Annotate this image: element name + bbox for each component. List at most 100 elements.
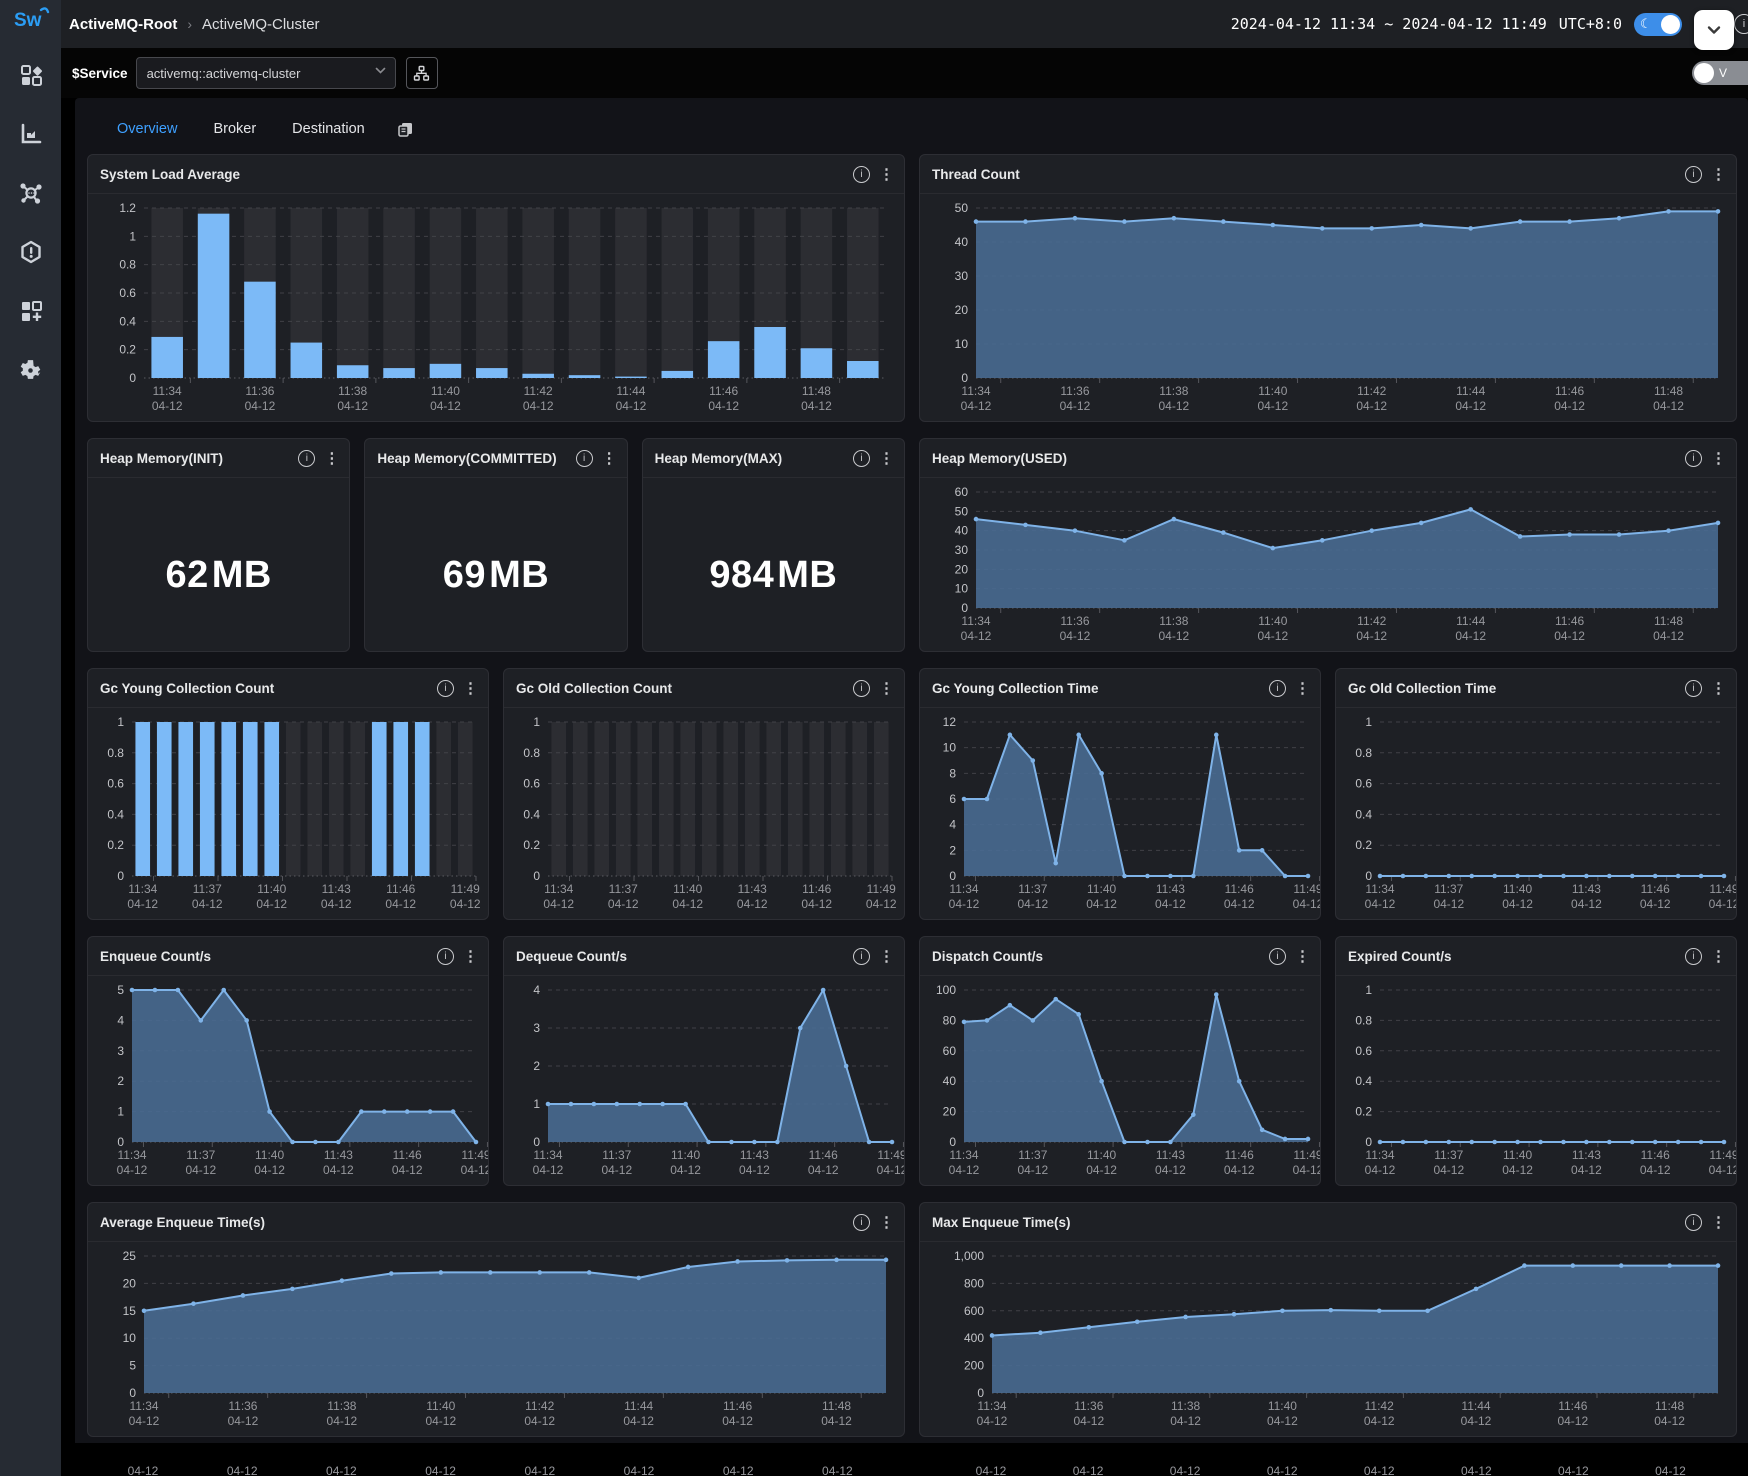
svg-text:04-12: 04-12 [708, 399, 739, 413]
panel-info-icon[interactable]: i [1685, 450, 1702, 467]
time-range[interactable]: 2024-04-12 11:34 ~ 2024-04-12 11:49 [1231, 15, 1547, 33]
panel-menu-icon[interactable]: ⋮ [324, 451, 339, 466]
panel-info-icon[interactable]: i [576, 450, 593, 467]
panel-menu-icon[interactable]: ⋮ [1711, 681, 1726, 696]
dashboard-tabs: Overview Broker Destination [87, 104, 1737, 154]
panel-info-icon[interactable]: i [1685, 1214, 1702, 1231]
svg-text:04-12: 04-12 [1086, 897, 1117, 911]
breadcrumb-current[interactable]: ActiveMQ-Cluster [202, 16, 320, 33]
tab-broker[interactable]: Broker [213, 121, 256, 137]
panel-menu-icon[interactable]: ⋮ [1295, 681, 1310, 696]
settings-gear-icon[interactable] [18, 357, 44, 383]
svg-text:04-12: 04-12 [1571, 897, 1602, 911]
breadcrumb-root[interactable]: ActiveMQ-Root [69, 16, 177, 33]
panel-title: Dequeue Count/s [516, 949, 853, 964]
alarm-icon[interactable] [18, 239, 44, 265]
panel-info-icon[interactable]: i [853, 450, 870, 467]
thread-count-body: 0102030405011:3404-1211:3604-1211:3804-1… [920, 194, 1736, 422]
topology-icon[interactable] [18, 180, 44, 206]
svg-text:11:40: 11:40 [257, 882, 286, 896]
skywalking-logo[interactable]: Sw [0, 0, 61, 38]
panel-info-icon[interactable]: i [1685, 948, 1702, 965]
service-select[interactable]: activemq::activemq-cluster [136, 57, 396, 89]
gc-old-collection-count-panel: Gc Old Collection Counti⋮00.20.40.60.811… [503, 668, 905, 920]
tab-destination[interactable]: Destination [292, 121, 365, 137]
panel-menu-icon[interactable]: ⋮ [602, 451, 617, 466]
panel-info-icon[interactable]: i [1685, 680, 1702, 697]
panel-menu-icon[interactable]: ⋮ [1711, 949, 1726, 964]
expired-count-chart: 00.20.40.60.8111:3404-1211:3704-1211:400… [1336, 976, 1736, 1186]
panel-menu-icon[interactable]: ⋮ [879, 167, 894, 182]
svg-text:11:34: 11:34 [961, 384, 990, 398]
svg-text:30: 30 [955, 269, 969, 283]
svg-text:04-12: 04-12 [152, 399, 183, 413]
svg-text:0: 0 [1365, 869, 1372, 883]
svg-text:11:38: 11:38 [1171, 1399, 1200, 1413]
svg-text:04-12: 04-12 [1267, 1414, 1298, 1428]
svg-text:11:44: 11:44 [624, 1399, 653, 1413]
panel-info-icon[interactable]: i [1685, 166, 1702, 183]
collapse-header-button[interactable] [1694, 10, 1734, 50]
copy-tab-icon[interactable] [397, 121, 414, 138]
cutoff-date-label: 04-12 [976, 1464, 1007, 1476]
panel-menu-icon[interactable]: ⋮ [1711, 167, 1726, 182]
info-icon[interactable]: i [1734, 14, 1748, 34]
cutoff-date-label: 04-12 [624, 1464, 655, 1476]
view-mode-toggle[interactable]: V [1692, 61, 1748, 85]
gc-young-collection-count-chart: 00.20.40.60.8111:3404-1211:3704-1211:400… [88, 708, 488, 920]
svg-text:04-12: 04-12 [1017, 1163, 1048, 1177]
svg-text:25: 25 [123, 1249, 137, 1263]
svg-text:11:43: 11:43 [1572, 882, 1601, 896]
dark-mode-toggle[interactable]: ☾ [1634, 13, 1682, 36]
svg-text:2: 2 [533, 1059, 540, 1073]
panel-info-icon[interactable]: i [853, 948, 870, 965]
svg-text:10: 10 [955, 337, 969, 351]
panel-menu-icon[interactable]: ⋮ [879, 681, 894, 696]
panel-info-icon[interactable]: i [437, 680, 454, 697]
bar-chart-icon[interactable] [18, 121, 44, 147]
svg-text:11:37: 11:37 [1434, 882, 1463, 896]
svg-text:0: 0 [129, 1386, 136, 1400]
svg-text:11:43: 11:43 [1572, 1148, 1601, 1162]
svg-text:15: 15 [123, 1304, 137, 1318]
panel-title: Heap Memory(INIT) [100, 451, 298, 466]
panel-title: Expired Count/s [1348, 949, 1685, 964]
svg-text:04-12: 04-12 [337, 399, 368, 413]
cutoff-date-label: 04-12 [326, 1464, 357, 1476]
panel-info-icon[interactable]: i [298, 450, 315, 467]
svg-text:04-12: 04-12 [1060, 629, 1091, 643]
panel-info-icon[interactable]: i [1269, 948, 1286, 965]
panel-menu-icon[interactable]: ⋮ [463, 949, 478, 964]
svg-text:1: 1 [533, 1097, 540, 1111]
heap-memory-committed-body: 69MB [365, 478, 626, 651]
svg-text:04-12: 04-12 [1060, 399, 1091, 413]
tab-overview[interactable]: Overview [117, 121, 177, 137]
svg-text:04-12: 04-12 [1356, 399, 1387, 413]
panel-menu-icon[interactable]: ⋮ [1295, 949, 1310, 964]
svg-text:2: 2 [949, 843, 956, 857]
svg-text:04-12: 04-12 [949, 897, 980, 911]
svg-text:11:40: 11:40 [1087, 1148, 1116, 1162]
panel-title: Heap Memory(MAX) [655, 451, 853, 466]
heap-memory-used-panel: Heap Memory(USED)i⋮010203040506011:3404-… [919, 438, 1737, 652]
panel-menu-icon[interactable]: ⋮ [879, 1215, 894, 1230]
panel-menu-icon[interactable]: ⋮ [879, 949, 894, 964]
panel-menu-icon[interactable]: ⋮ [1711, 451, 1726, 466]
dashboards-icon[interactable] [18, 62, 44, 88]
panel-info-icon[interactable]: i [437, 948, 454, 965]
panel-info-icon[interactable]: i [1269, 680, 1286, 697]
panel-info-icon[interactable]: i [853, 680, 870, 697]
panel-menu-icon[interactable]: ⋮ [463, 681, 478, 696]
service-topology-button[interactable] [406, 57, 438, 89]
panel-info-icon[interactable]: i [853, 166, 870, 183]
new-dashboard-icon[interactable] [18, 298, 44, 324]
panel-info-icon[interactable]: i [853, 1214, 870, 1231]
svg-text:11:34: 11:34 [961, 614, 990, 628]
svg-text:04-12: 04-12 [1073, 1414, 1104, 1428]
average-enqueue-time-panel: Average Enqueue Time(s)i⋮051015202511:34… [87, 1202, 905, 1437]
svg-text:4: 4 [117, 1013, 124, 1027]
sidebar: Sw [0, 0, 61, 1476]
panel-menu-icon[interactable]: ⋮ [879, 451, 894, 466]
cutoff-date-label: 04-12 [227, 1464, 258, 1476]
panel-menu-icon[interactable]: ⋮ [1711, 1215, 1726, 1230]
